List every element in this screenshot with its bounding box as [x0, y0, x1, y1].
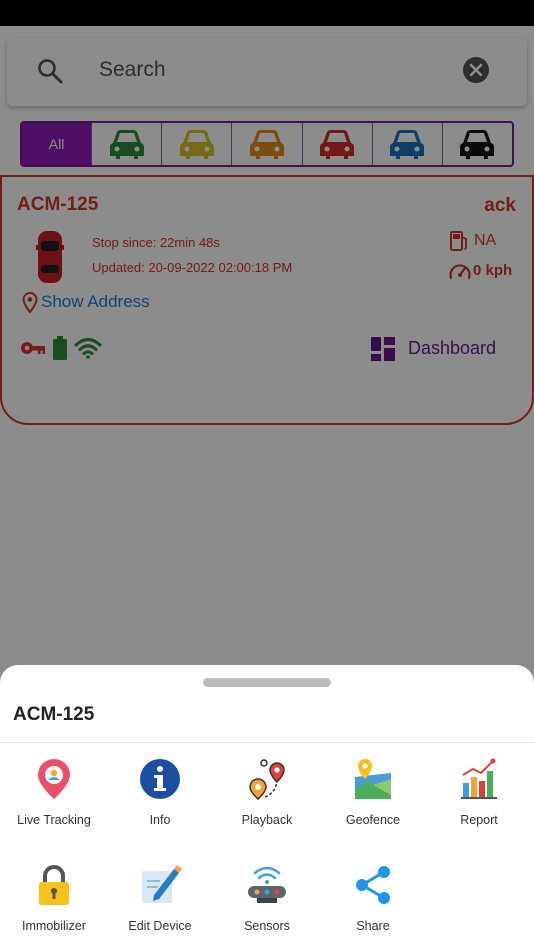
action-geofence[interactable]: Geofence: [320, 757, 426, 847]
playback-icon: [249, 759, 285, 800]
action-label: Immobilizer: [22, 919, 86, 933]
action-share[interactable]: Share: [320, 863, 426, 950]
report-icon: [461, 758, 497, 799]
action-sensors[interactable]: Sensors: [214, 863, 320, 950]
edit-device-icon: [142, 865, 182, 903]
action-label: Share: [356, 919, 390, 933]
sheet-drag-handle[interactable]: [203, 678, 331, 687]
sensors-icon: [248, 866, 286, 903]
action-label: Live Tracking: [17, 813, 91, 827]
action-label: Report: [460, 813, 498, 827]
immobilizer-icon: [39, 865, 69, 905]
action-label: Info: [149, 813, 171, 827]
action-label: Edit Device: [128, 919, 192, 933]
sheet-title: ACM-125: [13, 704, 95, 725]
live-tracking-icon: [38, 759, 70, 799]
info-icon: [140, 759, 180, 799]
geofence-icon: [355, 759, 391, 799]
action-immobilizer[interactable]: Immobilizer: [1, 863, 107, 950]
action-label: Playback: [241, 813, 293, 827]
action-label: Sensors: [244, 919, 290, 933]
action-playback[interactable]: Playback: [214, 757, 320, 847]
share-icon: [356, 866, 390, 904]
action-info[interactable]: Info: [107, 757, 213, 847]
action-bottom-sheet: ACM-125 Live Tracking Info Playback Geof…: [0, 665, 534, 950]
status-bar: [0, 0, 534, 26]
action-edit-device[interactable]: Edit Device: [107, 863, 213, 950]
action-label: Geofence: [345, 813, 401, 827]
action-report[interactable]: Report: [426, 757, 532, 847]
sheet-divider: [0, 742, 534, 743]
action-live-tracking[interactable]: Live Tracking: [1, 757, 107, 847]
